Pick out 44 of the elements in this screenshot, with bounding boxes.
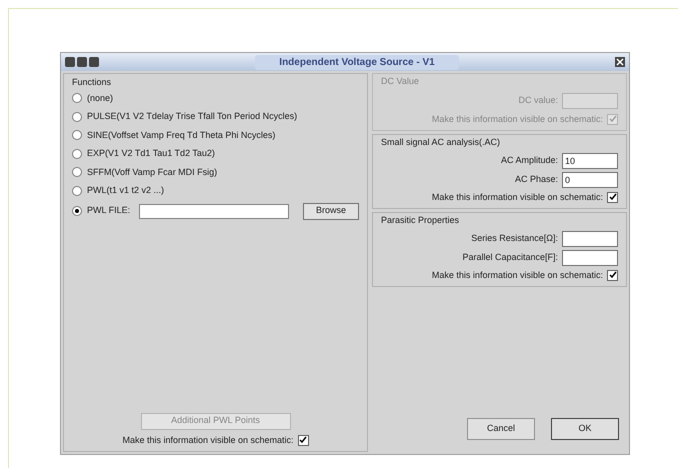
radio-label: (none)	[87, 92, 114, 105]
group-title: Functions	[72, 76, 112, 89]
checkmark-icon	[608, 115, 616, 124]
visible-label: Make this information visible on schematic:	[432, 190, 603, 204]
checkbox[interactable]	[298, 434, 309, 446]
group-title: Parasitic Properties	[381, 214, 460, 227]
radio-label: SFFM(Voff Vamp Fcar MDI Fsig)	[87, 166, 218, 179]
radio-label: PWL FILE:	[87, 204, 130, 218]
input-field[interactable]	[562, 230, 618, 246]
field-label: DC value:	[518, 94, 558, 107]
checkmark-icon	[608, 271, 616, 280]
radio-label: SINE(Voffset Vamp Freq Td Theta Phi Ncycles)	[87, 128, 276, 142]
radio-button[interactable]	[72, 186, 82, 196]
visible-label: Make this information visible on schematic:	[432, 268, 603, 282]
radio-label: PWL(t1 v1 t2 v2 ...)	[87, 184, 164, 197]
radio-button[interactable]	[72, 167, 82, 178]
checkmark-icon	[608, 193, 616, 202]
input-field[interactable]	[139, 204, 290, 218]
ok-button[interactable]: OK	[551, 418, 619, 440]
field-label: Series Resistance[Ω]:	[471, 232, 558, 245]
input-field[interactable]	[562, 250, 618, 266]
radio-button[interactable]	[72, 112, 82, 122]
radio-label: EXP(V1 V2 Td1 Tau1 Td2 Tau2)	[87, 147, 215, 160]
field-label: AC Phase:	[514, 172, 558, 186]
visible-label: Make this information visible on schematic:	[432, 112, 603, 126]
field-label: Parallel Capacitance[F]:	[462, 250, 558, 264]
browse-button[interactable]: Browse	[302, 202, 359, 220]
cancel-button[interactable]: Cancel	[467, 418, 535, 440]
checkbox[interactable]	[607, 192, 618, 203]
input-field[interactable]: 10	[562, 152, 618, 168]
radio-button[interactable]	[72, 148, 82, 159]
radio-button[interactable]	[72, 130, 82, 140]
group-title: Small signal AC analysis(.AC)	[381, 136, 502, 149]
close-icon[interactable]	[615, 57, 625, 67]
window-title: Independent Voltage Source - V1	[255, 54, 459, 70]
radio-button[interactable]	[72, 93, 82, 104]
checkmark-icon	[299, 436, 308, 444]
visible-label: Make this information visible on schematic:	[122, 434, 294, 446]
field-label: AC Amplitude:	[500, 154, 558, 167]
group-title: DC Value	[381, 75, 420, 88]
radio-button[interactable]	[72, 206, 82, 216]
radio-label: PULSE(V1 V2 Tdelay Trise Tfall Ton Period Ncycles)	[87, 110, 298, 123]
input-field[interactable]: 0	[562, 172, 618, 188]
checkbox[interactable]	[607, 270, 618, 281]
